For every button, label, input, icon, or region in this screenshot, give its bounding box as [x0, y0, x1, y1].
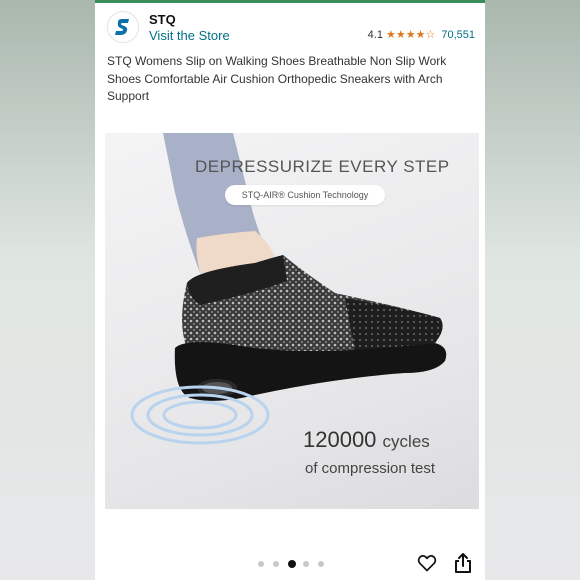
compression-test-text: of compression test [305, 460, 436, 477]
star-rating: ★ ★ ★ ★ ☆ [385, 28, 436, 41]
star-empty-icon: ☆ [425, 28, 436, 41]
rating-summary[interactable]: 4.1 ★ ★ ★ ★ ☆ 70,551 [368, 29, 475, 41]
product-image[interactable]: DEPRESSURIZE EVERY STEP STQ-AIR® Cushion… [105, 133, 479, 509]
product-card: STQ Visit the Store 4.1 ★ ★ ★ ★ ☆ 70,551 STQ… [95, 0, 485, 580]
carousel-dot[interactable] [303, 561, 309, 567]
heart-icon[interactable] [417, 553, 437, 573]
visit-store-link[interactable]: Visit the Store [149, 28, 230, 43]
star-full-icon: ★ [395, 28, 406, 41]
rating-value: 4.1 [367, 29, 383, 41]
carousel-dot[interactable] [318, 561, 324, 567]
star-full-icon: ★ [415, 28, 426, 41]
image-tagline: STQ-AIR® Cushion Technology [225, 185, 385, 205]
star-full-icon: ★ [405, 28, 416, 41]
background-right [485, 0, 580, 580]
share-icon[interactable] [453, 552, 473, 573]
cycles-word: cycles [382, 432, 430, 451]
product-title: STQ Womens Slip on Walking Shoes Breatha… [107, 54, 447, 103]
rating-count-link[interactable]: 70,551 [441, 29, 475, 41]
carousel-dot-active[interactable] [288, 560, 296, 568]
brand-logo-icon[interactable] [107, 11, 139, 43]
carousel-dot[interactable] [258, 561, 264, 567]
brand-name: STQ [149, 12, 176, 27]
carousel-dot[interactable] [273, 561, 279, 567]
brand-header: STQ Visit the Store 4.1 ★ ★ ★ ★ ☆ 70,551 [107, 11, 475, 47]
background-left [0, 0, 95, 580]
cycles-number: 120000 [303, 427, 377, 452]
cycles-label: 120000 cycles [303, 427, 430, 453]
image-headline: DEPRESSURIZE EVERY STEP [195, 157, 450, 176]
star-full-icon: ★ [385, 28, 396, 41]
